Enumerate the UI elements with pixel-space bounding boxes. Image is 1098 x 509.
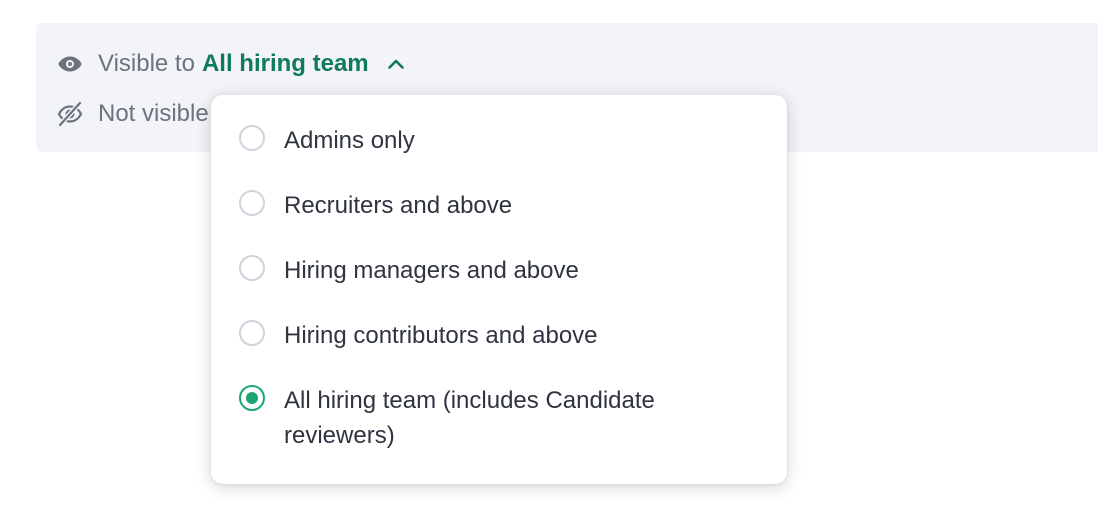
option-label: Hiring contributors and above: [284, 322, 598, 349]
not-visible-row: Not visible: [56, 96, 209, 132]
visibility-prefix: Visible to: [98, 50, 195, 77]
option-recruiters-and-above[interactable]: Recruiters and above: [239, 188, 714, 223]
option-label: Recruiters and above: [284, 192, 513, 219]
not-visible-label: Not visible: [98, 100, 209, 127]
visibility-row: Visible to All hiring team: [56, 46, 407, 82]
option-all-hiring-team[interactable]: All hiring team (includes Candidate revi…: [239, 383, 714, 453]
option-label: Hiring managers and above: [284, 257, 579, 284]
chevron-up-icon[interactable]: [385, 53, 407, 75]
eye-off-icon: [56, 100, 84, 128]
radio-recruiters-and-above[interactable]: [239, 190, 265, 216]
option-hiring-managers-and-above[interactable]: Hiring managers and above: [239, 253, 714, 288]
option-admins-only[interactable]: Admins only: [239, 123, 714, 158]
visibility-selected-value[interactable]: All hiring team: [202, 50, 369, 78]
radio-hiring-contributors-and-above[interactable]: [239, 320, 265, 346]
radio-hiring-managers-and-above[interactable]: [239, 255, 265, 281]
option-hiring-contributors-and-above[interactable]: Hiring contributors and above: [239, 318, 714, 353]
radio-all-hiring-team[interactable]: [239, 385, 265, 411]
radio-admins-only[interactable]: [239, 125, 265, 151]
visibility-dropdown-toggle[interactable]: All hiring team: [195, 50, 407, 78]
option-label: All hiring team (includes Candidate revi…: [284, 387, 655, 449]
option-label: Admins only: [284, 127, 415, 154]
eye-icon: [56, 50, 84, 78]
visibility-dropdown-menu: Admins only Recruiters and above Hiring …: [211, 95, 787, 484]
